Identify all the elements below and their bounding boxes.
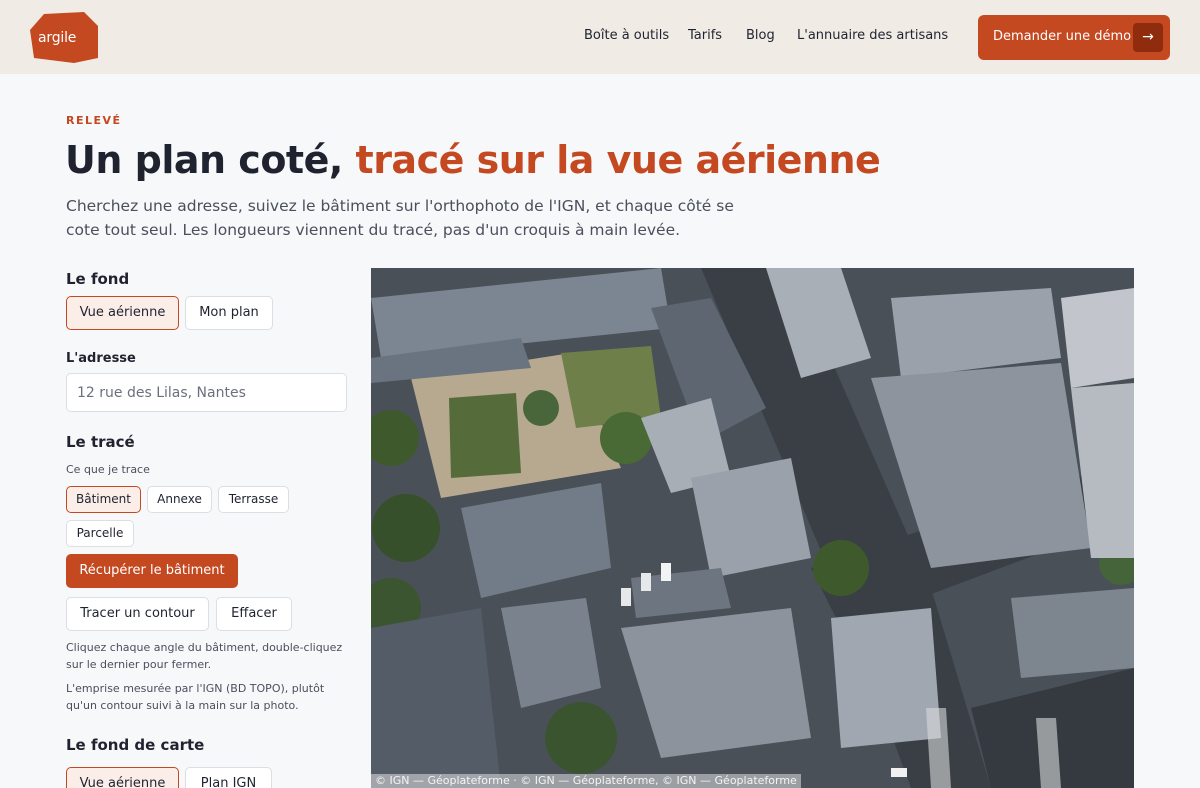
basemap-heading: Le fond de carte: [66, 736, 205, 754]
draw-outline-button[interactable]: Tracer un contour: [66, 597, 209, 631]
trace-option-parcelle[interactable]: Parcelle: [66, 520, 134, 547]
site-header: argile Boîte à outils Tarifs Blog L'annu…: [0, 0, 1200, 74]
trace-heading: Le tracé: [66, 433, 135, 451]
eyebrow: RELEVÉ: [66, 114, 122, 127]
address-input[interactable]: [66, 373, 347, 412]
trace-option-annexe[interactable]: Annexe: [147, 486, 212, 513]
basemap-option-aerial[interactable]: Vue aérienne: [66, 767, 179, 788]
title-plain: Un plan coté,: [65, 138, 343, 182]
trace-option-batiment[interactable]: Bâtiment: [66, 486, 141, 513]
trace-subtitle: Ce que je trace: [66, 463, 150, 476]
logo-text: argile: [38, 30, 77, 46]
aerial-map[interactable]: © IGN — Géoplateforme · © IGN — Géoplate…: [371, 268, 1134, 788]
page-title: Un plan coté, tracé sur la vue aérienne: [65, 138, 881, 182]
clear-button[interactable]: Effacer: [216, 597, 292, 631]
nav-blog[interactable]: Blog: [746, 28, 775, 43]
argile-logo[interactable]: argile: [30, 12, 100, 64]
aerial-photo: [371, 268, 1134, 788]
nav-annuaire[interactable]: L'annuaire des artisans: [797, 28, 948, 43]
nav-tarifs[interactable]: Tarifs: [688, 28, 722, 43]
nav-boite-a-outils[interactable]: Boîte à outils: [584, 28, 669, 43]
fond-option-plan[interactable]: Mon plan: [185, 296, 273, 330]
title-accent: tracé sur la vue aérienne: [355, 138, 881, 182]
fetch-building-button[interactable]: Récupérer le bâtiment: [66, 554, 238, 588]
demo-button-label: Demander une démo: [993, 29, 1132, 44]
map-attribution: © IGN — Géoplateforme · © IGN — Géoplate…: [371, 774, 801, 788]
demo-button[interactable]: Demander une démo →: [978, 15, 1170, 60]
help-text-draw: Cliquez chaque angle du bâtiment, double…: [66, 641, 343, 671]
fond-heading: Le fond: [66, 270, 130, 288]
address-label: L'adresse: [66, 351, 136, 366]
basemap-option-ign[interactable]: Plan IGN: [185, 767, 272, 788]
arrow-right-icon: →: [1133, 23, 1163, 52]
fond-option-aerial[interactable]: Vue aérienne: [66, 296, 179, 330]
lead-text: Cherchez une adresse, suivez le bâtiment…: [66, 197, 734, 239]
trace-option-terrasse[interactable]: Terrasse: [218, 486, 289, 513]
help-text-ign: L'emprise mesurée par l'IGN (BD TOPO), p…: [66, 682, 325, 712]
